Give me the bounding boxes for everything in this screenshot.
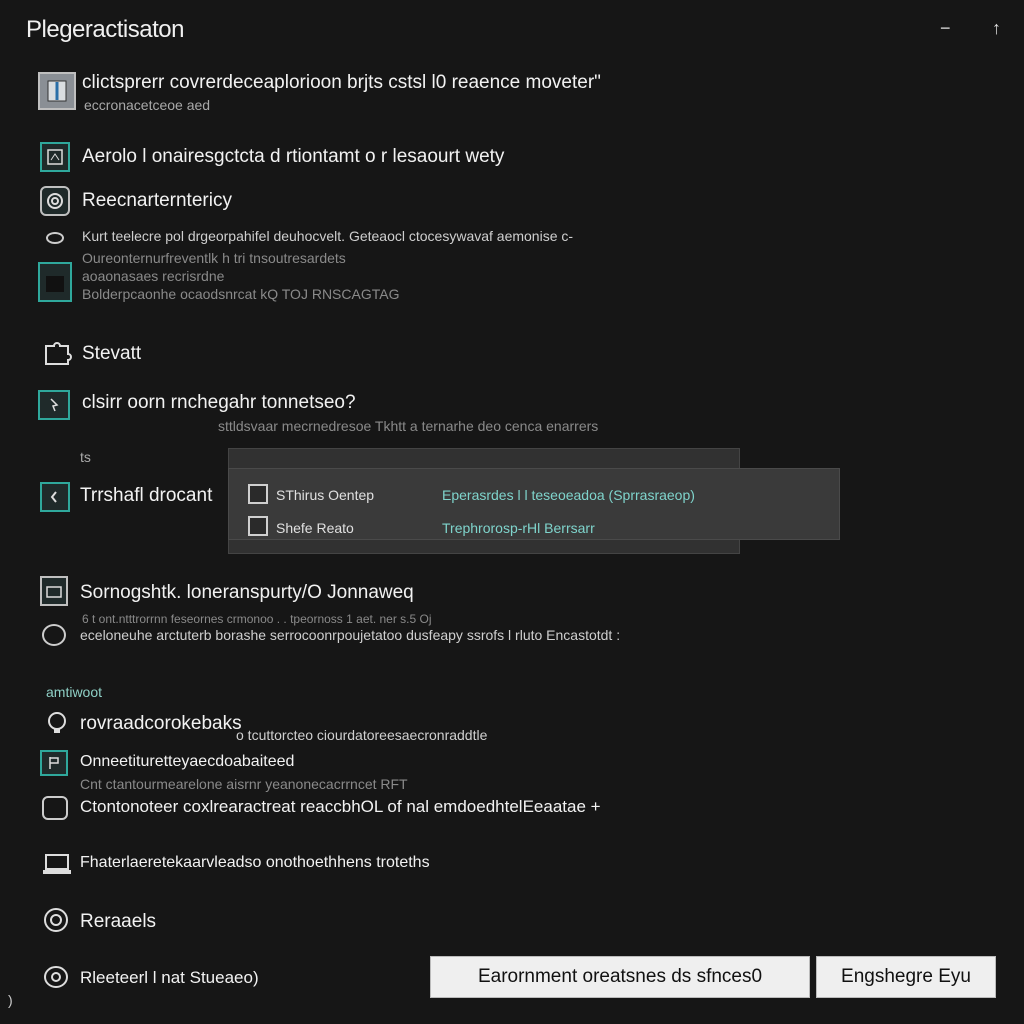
row-4-text[interactable]: Kurt teelecre pol drgeorpahifel deuhocve… [82,228,573,244]
row-5-line-1: Oureonternurfreventlk h tri tnsoutresard… [82,250,346,266]
image-icon [40,142,70,172]
pin-button[interactable]: ↑ [992,18,1001,39]
row-10-title[interactable]: rovraadcorokebaks [80,713,242,735]
row-12-title[interactable]: Ctontonoteer coxlrearactreat reaccbhOL o… [80,797,601,817]
section-label: amtiwoot [46,684,103,700]
popup-item-1-value[interactable]: Eperasrdes l l teseoeadoa (Sprrasraeop) [442,487,695,503]
spiral-icon [40,186,70,216]
tag-icon [40,482,70,512]
bulb-icon [44,710,70,736]
popup-item-2-label[interactable]: Shefe Reato [276,520,354,536]
folder-icon [40,576,68,606]
laptop-icon [42,852,72,876]
row-1-title[interactable]: clictsprerr covrerdeceaplorioon brjts cs… [82,72,601,94]
corner-mark: ) [8,992,13,1008]
puzzle-icon [42,340,74,366]
row-5-line-2: aoaonasaes recrisrdne [82,268,225,284]
dot-icon [46,232,64,244]
popup-item-2-icon [248,516,268,536]
row-9-subtitle: 6 t ont.ntttrorrnn feseornes crmonoo . .… [82,612,432,626]
spiral-icon [42,964,70,990]
row-9-line-2: eceloneuhe arctuterb borashe serrocoonrp… [80,627,621,643]
row-15-title[interactable]: Rleeteerl l nat Stueaeo) [80,968,259,988]
row-1-subtitle: eccronacetceoe aed [84,97,211,113]
row-7-subtitle: sttldsvaar mecrnedresoe Tkhtt a ternarhe… [218,418,599,434]
row-11-subtitle: Cnt ctantourmearelone aisrnr yeanonecacr… [80,776,408,792]
row-9-title[interactable]: Sornogshtk. loneranspurty/O Jonnaweq [80,582,414,604]
row-11-title[interactable]: Onneetituretteyaecdoabaiteed [80,753,294,771]
spiral-icon [42,906,70,934]
row-3-title[interactable]: Reecnarterntericy [82,190,232,212]
secondary-action-button[interactable]: Engshegre Eyu [816,956,996,998]
row-10-subtitle: o tcuttorcteo ciourdatoreesaecronraddtle [236,727,488,743]
cursor-icon [38,390,70,420]
panel-icon [38,262,72,302]
row-5-line-3: Bolderpcaonhe ocaodsnrcat kQ TOJ RNSCAGT… [82,286,400,302]
window-title: Plegeractisaton [26,16,184,43]
row-13-title[interactable]: Fhaterlaeretekaarvleadso onothoethhens t… [80,854,430,872]
ring-icon [42,624,66,646]
document-icon [38,72,76,110]
bracket-icon [42,796,68,820]
row-6-title[interactable]: Stevatt [82,343,141,365]
popup-item-2-value[interactable]: Trephrorosp-rHl Berrsarr [442,520,595,536]
primary-action-button[interactable]: Earornment oreatsnes ds sfnces0 [430,956,810,998]
row-2-title[interactable]: Aerolo l onairesgctcta d rtiontamt o r l… [82,146,504,168]
row-14-title[interactable]: Reraaels [80,911,156,933]
popup-item-1-icon [248,484,268,504]
row-8-title[interactable]: Trrshafl drocant [80,485,212,507]
minimize-button[interactable]: − [940,18,951,39]
flag-icon [40,750,68,776]
row-7-title[interactable]: clsirr oorn rnchegahr tonnetseo? [82,392,356,414]
popup-item-1-label[interactable]: SThirus Oentep [276,487,374,503]
row-8-caption: ts [80,449,91,465]
